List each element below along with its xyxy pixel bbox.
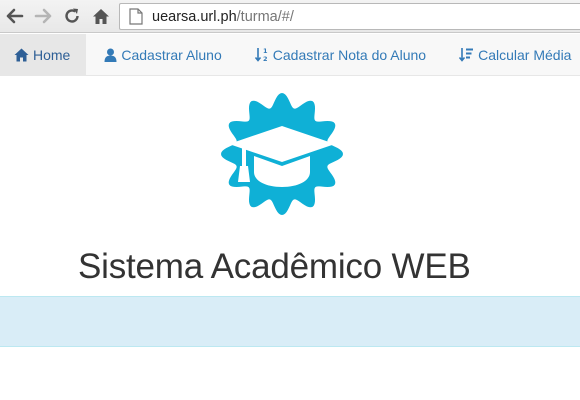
- forward-button[interactable]: [32, 5, 54, 27]
- address-bar[interactable]: uearsa.url.ph/turma/#/: [119, 3, 580, 30]
- svg-text:2: 2: [263, 55, 268, 62]
- sort-numeric-icon: 1 2: [254, 47, 268, 62]
- url-path: /turma/#/: [236, 8, 294, 25]
- back-arrow-icon: [6, 8, 24, 24]
- nav-cadastrar-nota[interactable]: 1 2 Cadastrar Nota do Aluno: [237, 34, 442, 75]
- svg-text:1: 1: [263, 47, 268, 55]
- browser-toolbar: uearsa.url.ph/turma/#/: [0, 0, 580, 33]
- nav-cadastrar-aluno-label: Cadastrar Aluno: [121, 46, 222, 63]
- page-title: Sistema Acadêmico WEB: [78, 247, 471, 286]
- nav-cadastrar-nota-label: Cadastrar Nota do Aluno: [272, 46, 427, 63]
- nav-calcular-media-label: Calcular Média: [478, 46, 572, 63]
- nav-home-label: Home: [33, 46, 71, 63]
- home-browser-button[interactable]: [90, 5, 112, 27]
- user-icon: [104, 48, 117, 62]
- graduation-cap-badge-icon: [221, 93, 343, 215]
- nav-cadastrar-aluno[interactable]: Cadastrar Aluno: [86, 34, 236, 75]
- info-alert-band: [0, 296, 580, 347]
- url-host: uearsa.url.ph: [152, 8, 237, 25]
- app-navbar: Home Cadastrar Aluno 1 2 Cadastrar Nota …: [0, 34, 580, 76]
- url-text: uearsa.url.ph/turma/#/: [152, 9, 294, 25]
- home-icon: [14, 48, 29, 61]
- nav-home[interactable]: Home: [0, 34, 87, 75]
- sort-attributes-icon: [459, 48, 474, 62]
- reload-button[interactable]: [61, 5, 83, 27]
- nav-calcular-media[interactable]: Calcular Média: [442, 34, 571, 75]
- back-button[interactable]: [4, 5, 26, 27]
- forward-arrow-icon: [34, 8, 52, 24]
- page-icon: [129, 8, 143, 25]
- house-icon: [93, 8, 109, 24]
- reload-icon: [65, 8, 79, 23]
